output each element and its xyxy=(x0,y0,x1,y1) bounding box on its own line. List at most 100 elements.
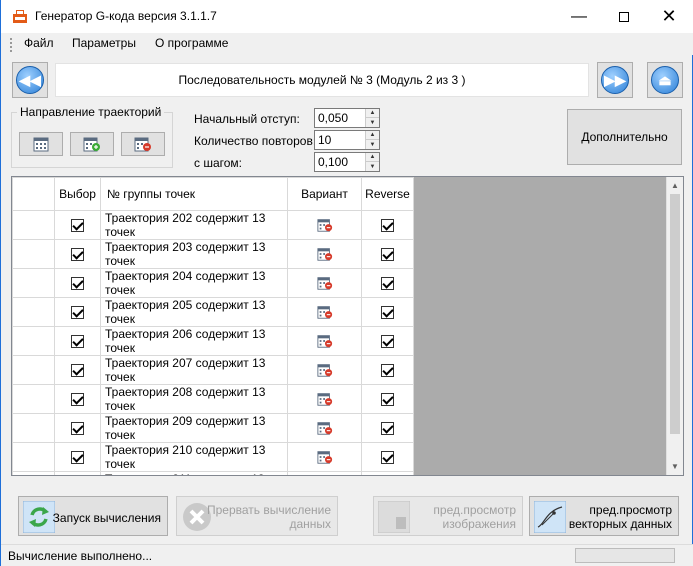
select-cell[interactable] xyxy=(54,210,101,240)
table-row[interactable]: Траектория 210 содержит 13 точек xyxy=(12,442,414,472)
select-checkbox[interactable] xyxy=(71,306,84,320)
preview-vector-button[interactable]: пред.просмотр векторных данных xyxy=(529,496,679,536)
variant-cell[interactable] xyxy=(287,442,362,472)
run-calculation-button[interactable]: Запуск вычисления xyxy=(18,496,168,536)
reverse-checkbox[interactable] xyxy=(381,306,394,320)
row-header[interactable] xyxy=(12,239,55,269)
select-cell[interactable] xyxy=(54,355,101,385)
column-variant[interactable]: Вариант xyxy=(287,177,362,211)
start-offset-spinner[interactable]: 0,050 ▲ ▼ xyxy=(314,108,380,128)
prev-module-button[interactable]: ◀◀ xyxy=(12,62,48,98)
reverse-checkbox[interactable] xyxy=(381,248,394,262)
calendar-button[interactable] xyxy=(19,132,63,156)
table-row[interactable]: Траектория 205 содержит 13 точек xyxy=(12,297,414,327)
menu-file[interactable]: Файл xyxy=(24,36,54,50)
reverse-checkbox[interactable] xyxy=(381,393,394,407)
select-cell[interactable] xyxy=(54,471,101,475)
select-checkbox[interactable] xyxy=(71,393,84,407)
row-header[interactable] xyxy=(12,384,55,414)
select-checkbox[interactable] xyxy=(71,364,84,378)
table-row[interactable]: Траектория 203 содержит 13 точек xyxy=(12,239,414,269)
select-cell[interactable] xyxy=(54,413,101,443)
select-checkbox[interactable] xyxy=(71,219,84,233)
scroll-up-icon[interactable]: ▲ xyxy=(667,177,683,194)
reverse-cell[interactable] xyxy=(361,239,414,269)
reverse-checkbox[interactable] xyxy=(381,219,394,233)
spin-up-icon[interactable]: ▲ xyxy=(366,153,379,162)
table-row[interactable]: Траектория 208 содержит 13 точек xyxy=(12,384,414,414)
row-header[interactable] xyxy=(12,442,55,472)
select-cell[interactable] xyxy=(54,268,101,298)
select-checkbox[interactable] xyxy=(71,451,84,465)
column-select[interactable]: Выбор xyxy=(54,177,101,211)
select-checkbox[interactable] xyxy=(71,335,84,349)
abort-calculation-button[interactable]: Прервать вычисление данных xyxy=(176,496,338,536)
table-row[interactable]: Траектория 211 содержит 13 точек xyxy=(12,471,414,475)
scroll-thumb[interactable] xyxy=(670,194,680,434)
close-button[interactable]: ✕ xyxy=(646,0,692,33)
reverse-checkbox[interactable] xyxy=(381,277,394,291)
menu-parameters[interactable]: Параметры xyxy=(72,36,136,50)
vertical-scrollbar[interactable]: ▲ ▼ xyxy=(666,177,683,475)
table-row[interactable]: Траектория 202 содержит 13 точек xyxy=(12,210,414,240)
spin-down-icon[interactable]: ▼ xyxy=(366,118,379,127)
calendar-remove-icon[interactable] xyxy=(316,333,333,349)
step-spinner[interactable]: 0,100 ▲ ▼ xyxy=(314,152,380,172)
row-header[interactable] xyxy=(12,326,55,356)
row-header[interactable] xyxy=(12,413,55,443)
step-value[interactable]: 0,100 xyxy=(318,155,348,169)
variant-cell[interactable] xyxy=(287,471,362,475)
row-header[interactable] xyxy=(12,355,55,385)
reverse-cell[interactable] xyxy=(361,384,414,414)
variant-cell[interactable] xyxy=(287,355,362,385)
calendar-remove-icon[interactable] xyxy=(316,391,333,407)
column-point-group[interactable]: № группы точек xyxy=(100,177,288,211)
preview-image-button[interactable]: пред.просмотр изображения xyxy=(373,496,523,536)
repeat-count-value[interactable]: 10 xyxy=(318,133,331,147)
variant-cell[interactable] xyxy=(287,239,362,269)
select-checkbox[interactable] xyxy=(71,422,84,436)
select-cell[interactable] xyxy=(54,442,101,472)
reverse-checkbox[interactable] xyxy=(381,451,394,465)
calendar-remove-icon[interactable] xyxy=(316,420,333,436)
calendar-remove-icon[interactable] xyxy=(316,246,333,262)
table-row[interactable]: Траектория 209 содержит 13 точек xyxy=(12,413,414,443)
reverse-cell[interactable] xyxy=(361,210,414,240)
next-module-button[interactable]: ▶▶ xyxy=(597,62,633,98)
reverse-cell[interactable] xyxy=(361,413,414,443)
maximize-button[interactable] xyxy=(601,0,647,33)
calendar-add-button[interactable] xyxy=(70,132,114,156)
select-cell[interactable] xyxy=(54,297,101,327)
reverse-cell[interactable] xyxy=(361,442,414,472)
reverse-cell[interactable] xyxy=(361,471,414,475)
select-checkbox[interactable] xyxy=(71,277,84,291)
repeat-count-spinner[interactable]: 10 ▲ ▼ xyxy=(314,130,380,150)
reverse-checkbox[interactable] xyxy=(381,364,394,378)
variant-cell[interactable] xyxy=(287,297,362,327)
calendar-remove-icon[interactable] xyxy=(316,362,333,378)
calendar-remove-icon[interactable] xyxy=(316,217,333,233)
row-header[interactable] xyxy=(12,297,55,327)
table-row[interactable]: Траектория 204 содержит 13 точек xyxy=(12,268,414,298)
reverse-checkbox[interactable] xyxy=(381,335,394,349)
table-row[interactable]: Траектория 207 содержит 13 точек xyxy=(12,355,414,385)
reverse-cell[interactable] xyxy=(361,326,414,356)
advanced-button[interactable]: Дополнительно xyxy=(567,109,682,165)
spin-up-icon[interactable]: ▲ xyxy=(366,131,379,140)
spin-down-icon[interactable]: ▼ xyxy=(366,162,379,171)
variant-cell[interactable] xyxy=(287,268,362,298)
variant-cell[interactable] xyxy=(287,384,362,414)
reverse-cell[interactable] xyxy=(361,268,414,298)
row-header[interactable] xyxy=(12,210,55,240)
menu-about[interactable]: О программе xyxy=(155,36,228,50)
spin-down-icon[interactable]: ▼ xyxy=(366,140,379,149)
select-checkbox[interactable] xyxy=(71,248,84,262)
eject-button[interactable]: ⏏ xyxy=(647,62,683,98)
reverse-cell[interactable] xyxy=(361,297,414,327)
spin-up-icon[interactable]: ▲ xyxy=(366,109,379,118)
calendar-remove-icon[interactable] xyxy=(316,275,333,291)
variant-cell[interactable] xyxy=(287,210,362,240)
row-header[interactable] xyxy=(12,268,55,298)
trajectory-grid[interactable]: Выбор № группы точек Вариант Reverse Тра… xyxy=(11,176,684,476)
select-cell[interactable] xyxy=(54,239,101,269)
